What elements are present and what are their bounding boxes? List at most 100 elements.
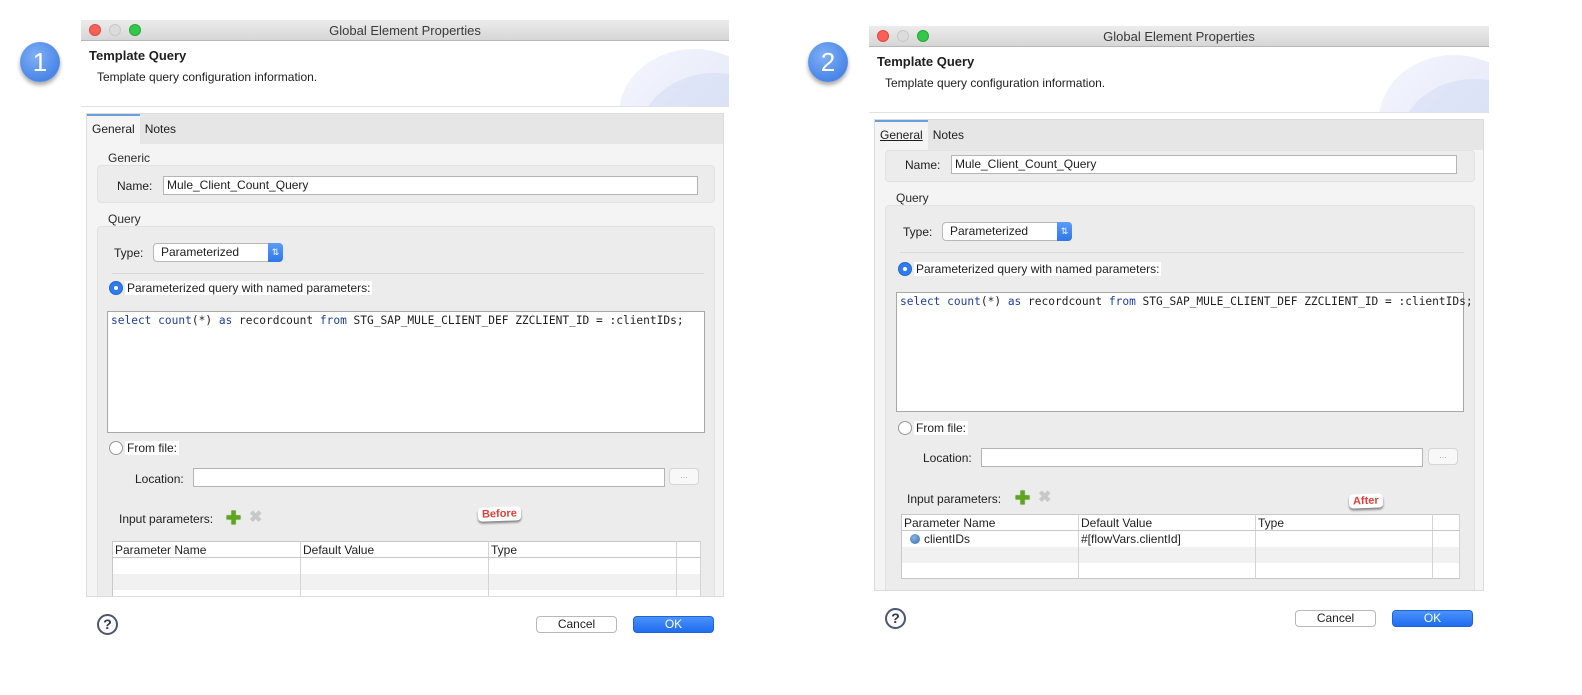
maximize-window-button[interactable]: [917, 30, 929, 42]
browse-button[interactable]: ...: [669, 468, 699, 485]
tab-bar: General Notes: [875, 120, 1483, 150]
column-header-type[interactable]: Type: [488, 541, 677, 558]
ok-button[interactable]: OK: [1392, 610, 1473, 627]
column-header-type[interactable]: Type: [1255, 514, 1433, 531]
from-file-radio[interactable]: [898, 421, 912, 435]
query-section-label: Query: [108, 212, 141, 226]
minimize-window-button[interactable]: [897, 30, 909, 42]
input-parameters-table[interactable]: Parameter Name Default Value Type: [112, 541, 701, 596]
filler-cell: [1432, 530, 1460, 547]
table-row[interactable]: [901, 562, 1460, 579]
type-cell[interactable]: [1255, 530, 1433, 547]
column-header-filler: [676, 541, 701, 558]
tab-bar: General Notes: [87, 114, 723, 144]
x-icon[interactable]: ✖: [249, 510, 262, 526]
parameterized-radio[interactable]: [109, 281, 123, 295]
from-file-radio[interactable]: [109, 441, 123, 455]
title-bar[interactable]: Global Element Properties: [869, 26, 1489, 47]
from-file-radio-label[interactable]: From file:: [125, 441, 180, 455]
help-icon[interactable]: ?: [885, 608, 906, 629]
from-file-radio-label[interactable]: From file:: [914, 421, 969, 435]
generic-group: Name: Mule_Client_Count_Query: [97, 165, 715, 203]
header-description: Template query configuration information…: [885, 76, 1106, 90]
tab-container: General Notes Name: Mule_Client_Count_Qu…: [874, 119, 1484, 591]
table-row[interactable]: clientIDs #[flowVars.clientId]: [901, 530, 1460, 547]
sql-text: recordcount: [1021, 295, 1109, 308]
header-title: Template Query: [877, 54, 975, 69]
parameter-name: clientIDs: [924, 531, 971, 546]
cancel-button[interactable]: Cancel: [536, 616, 617, 633]
input-parameters-table[interactable]: Parameter Name Default Value Type client…: [901, 514, 1460, 579]
parameterized-radio-label[interactable]: Parameterized query with named parameter…: [914, 262, 1162, 276]
sql-query-editor[interactable]: select count(*) as recordcount from STG_…: [896, 292, 1473, 412]
before-annotation: Before: [477, 506, 522, 522]
browse-button[interactable]: ...: [1428, 448, 1458, 465]
close-window-button[interactable]: [89, 24, 101, 36]
location-label: Location:: [135, 472, 184, 486]
window-title: Global Element Properties: [329, 23, 481, 38]
header-description: Template query configuration information…: [97, 70, 318, 84]
sql-keyword: as: [218, 314, 233, 327]
table-row[interactable]: [112, 557, 701, 574]
sql-text: STG_SAP_MULE_CLIENT_DEF ZZCLIENT_ID = :c…: [1135, 295, 1473, 308]
name-input[interactable]: Mule_Client_Count_Query: [163, 176, 698, 195]
sql-text: recordcount: [232, 314, 320, 327]
sql-query-editor[interactable]: select count(*) as recordcount from STG_…: [107, 311, 705, 433]
help-icon[interactable]: ?: [97, 614, 118, 635]
type-select[interactable]: Parameterized ⇅: [942, 222, 1072, 241]
tab-general[interactable]: General: [875, 120, 928, 150]
column-header-default-value[interactable]: Default Value: [300, 541, 489, 558]
plus-icon[interactable]: ✚: [226, 509, 241, 527]
location-label: Location:: [923, 451, 972, 465]
sql-text: STG_SAP_MULE_CLIENT_DEF ZZCLIENT_ID = :c…: [346, 314, 684, 327]
query-section-label: Query: [896, 191, 929, 205]
parameter-name-cell[interactable]: clientIDs: [901, 530, 1079, 547]
title-bar[interactable]: Global Element Properties: [81, 20, 729, 41]
table-row[interactable]: [112, 589, 701, 596]
sql-keyword: from: [1108, 295, 1136, 308]
close-window-button[interactable]: [877, 30, 889, 42]
after-annotation: After: [1348, 493, 1383, 509]
name-label: Name:: [117, 179, 153, 193]
divider: [900, 252, 1464, 253]
location-input[interactable]: [981, 448, 1423, 467]
sql-text: (*): [191, 314, 219, 327]
column-header-parameter-name[interactable]: Parameter Name: [901, 514, 1079, 531]
step-1-badge: 1: [20, 42, 60, 82]
chevron-updown-icon: ⇅: [1057, 222, 1072, 241]
table-header-row: Parameter Name Default Value Type: [112, 541, 701, 558]
default-value-cell[interactable]: #[flowVars.clientId]: [1078, 530, 1256, 547]
sql-keyword: select: [111, 314, 152, 327]
plus-icon[interactable]: ✚: [1015, 489, 1030, 507]
sql-keyword: count: [158, 314, 192, 327]
tab-general[interactable]: General: [87, 114, 140, 144]
parameter-icon: [910, 533, 920, 544]
tab-notes[interactable]: Notes: [140, 114, 181, 144]
chevron-updown-icon: ⇅: [268, 243, 283, 262]
tab-notes[interactable]: Notes: [928, 120, 969, 150]
table-row[interactable]: [901, 546, 1460, 563]
parameterized-radio-label[interactable]: Parameterized query with named parameter…: [125, 281, 373, 295]
column-header-default-value[interactable]: Default Value: [1078, 514, 1256, 531]
generic-group: Name: Mule_Client_Count_Query: [885, 150, 1475, 182]
input-parameters-label: Input parameters:: [907, 492, 1002, 506]
location-input[interactable]: [193, 468, 665, 487]
sql-keyword: count: [947, 295, 981, 308]
sql-keyword: select: [900, 295, 941, 308]
table-row[interactable]: [112, 573, 701, 590]
maximize-window-button[interactable]: [129, 24, 141, 36]
column-header-parameter-name[interactable]: Parameter Name: [112, 541, 301, 558]
dialog-header: Template Query Template query configurat…: [869, 47, 1489, 113]
parameterized-radio[interactable]: [898, 262, 912, 276]
query-group: Type: Parameterized ⇅ Parameterized quer…: [97, 226, 715, 596]
query-group: Type: Parameterized ⇅ Parameterized quer…: [885, 205, 1475, 590]
name-input[interactable]: Mule_Client_Count_Query: [951, 155, 1457, 174]
ok-button[interactable]: OK: [633, 616, 714, 633]
cancel-button[interactable]: Cancel: [1295, 610, 1376, 627]
column-header-filler: [1432, 514, 1460, 531]
type-select[interactable]: Parameterized ⇅: [153, 243, 283, 262]
x-icon[interactable]: ✖: [1038, 490, 1051, 506]
header-title: Template Query: [89, 48, 187, 63]
type-select-value: Parameterized: [950, 224, 1029, 238]
minimize-window-button[interactable]: [109, 24, 121, 36]
